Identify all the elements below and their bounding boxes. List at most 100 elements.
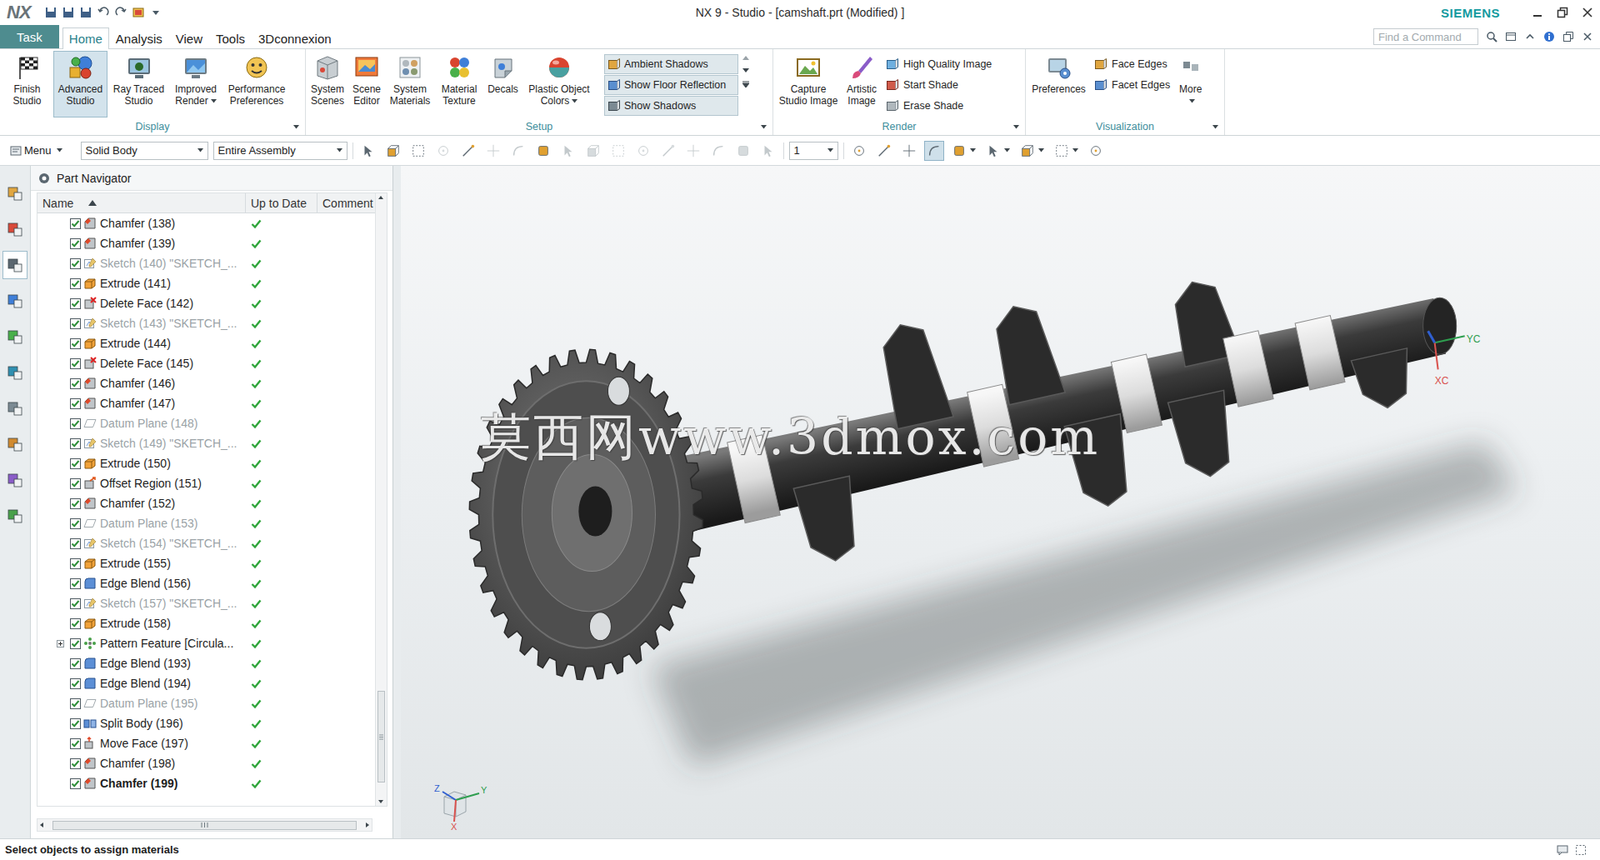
window-button[interactable]: [1531, 6, 1544, 19]
quick-access-button[interactable]: [115, 6, 127, 19]
visibility-checkbox[interactable]: [70, 258, 81, 270]
scroll-up-icon[interactable]: [375, 193, 386, 202]
toolbar-button[interactable]: [683, 140, 704, 161]
feature-row[interactable]: Datum Plane (195): [37, 693, 375, 714]
ribbon-button[interactable]: Ray Traced Studio: [109, 50, 169, 118]
feature-row[interactable]: Split Body (196): [37, 713, 375, 734]
toolbar-button[interactable]: [583, 140, 604, 161]
toolbar-button[interactable]: [949, 140, 979, 161]
feature-row[interactable]: Extrude (150): [37, 453, 375, 474]
filter-dropdown[interactable]: 1: [789, 141, 839, 160]
feature-row[interactable]: Sketch (157) "SKETCH_...: [37, 593, 375, 614]
feature-row[interactable]: Chamfer (152): [37, 493, 375, 514]
feature-row[interactable]: Sketch (140) "SKETCH_...: [37, 253, 375, 274]
visibility-checkbox[interactable]: [70, 598, 81, 610]
graphics-viewport[interactable]: XCYC莫西网www.3dmox.comZYX: [400, 165, 1600, 839]
scroll-up-icon[interactable]: [742, 55, 750, 60]
toolbar-button[interactable]: [508, 140, 529, 161]
toggle-button[interactable]: Show Shadows: [604, 95, 739, 116]
ribbon-button[interactable]: Decals: [485, 50, 521, 118]
scroll-thumb[interactable]: [377, 690, 385, 783]
tab-tool-button[interactable]: [1581, 30, 1594, 43]
resource-tab[interactable]: [2, 394, 28, 423]
message-icon[interactable]: [1556, 844, 1569, 856]
tab-tool-button[interactable]: [1485, 30, 1498, 43]
toolbar-button[interactable]: [733, 140, 754, 161]
ribbon-button[interactable]: System Scenes: [308, 50, 347, 118]
visibility-checkbox[interactable]: [70, 478, 81, 490]
toolbar-button[interactable]: [1017, 140, 1047, 161]
feature-row[interactable]: Offset Region (151): [37, 473, 375, 494]
resource-tab[interactable]: [2, 501, 28, 530]
feature-row[interactable]: Chamfer (199): [37, 773, 375, 794]
ribbon-button[interactable]: System Materials: [386, 50, 434, 118]
ribbon-button[interactable]: Scene Editor: [348, 50, 385, 118]
feature-row[interactable]: Pattern Feature [Circula...: [37, 633, 375, 654]
resource-tab[interactable]: [2, 250, 28, 280]
toolbar-button[interactable]: [458, 140, 479, 161]
resource-tab[interactable]: [2, 322, 28, 351]
ribbon-tab[interactable]: Tools: [209, 27, 252, 49]
selection-icon[interactable]: [1575, 844, 1587, 856]
ribbon-button[interactable]: Material Texture: [435, 50, 484, 118]
visibility-checkbox[interactable]: [70, 278, 81, 290]
tab-tool-button[interactable]: [1505, 30, 1517, 43]
horizontal-scrollbar[interactable]: [36, 818, 373, 832]
toolbar-button[interactable]: [849, 140, 870, 161]
toolbar-button[interactable]: [633, 140, 654, 161]
filter-dropdown[interactable]: Solid Body: [80, 141, 209, 160]
visibility-checkbox[interactable]: [70, 558, 81, 570]
toolbar-button[interactable]: [608, 140, 629, 161]
visibility-checkbox[interactable]: [70, 658, 81, 670]
toolbar-button[interactable]: [483, 140, 504, 161]
ribbon-button[interactable]: Improved Render: [170, 50, 222, 118]
group-options-button[interactable]: [287, 125, 303, 130]
visibility-checkbox[interactable]: [70, 218, 81, 230]
camshaft-render[interactable]: XCYC: [400, 165, 1600, 839]
feature-row[interactable]: Extrude (141): [37, 273, 375, 294]
tab-tool-button[interactable]: [1524, 30, 1536, 43]
visibility-checkbox[interactable]: [70, 678, 81, 690]
quick-access-button[interactable]: [150, 6, 162, 19]
visibility-checkbox[interactable]: [70, 738, 81, 750]
quick-access-button[interactable]: [80, 6, 92, 19]
resource-tab[interactable]: [2, 430, 28, 459]
resource-tab[interactable]: [2, 358, 28, 387]
feature-row[interactable]: Chamfer (139): [37, 233, 375, 254]
feature-row[interactable]: Edge Blend (194): [37, 673, 375, 694]
visibility-checkbox[interactable]: [70, 638, 81, 650]
visibility-checkbox[interactable]: [70, 698, 81, 710]
menu-button[interactable]: Menu: [6, 144, 66, 157]
resource-tab[interactable]: [2, 179, 28, 208]
ribbon-small-button[interactable]: High Quality Image: [882, 54, 995, 74]
feature-row[interactable]: Move Face (197): [37, 733, 375, 754]
visibility-checkbox[interactable]: [70, 718, 81, 730]
toolbar-button[interactable]: [658, 140, 679, 161]
visibility-checkbox[interactable]: [70, 318, 81, 330]
ribbon-button[interactable]: Finish Studio: [2, 50, 52, 118]
scroll-thumb[interactable]: [52, 820, 357, 830]
toolbar-button[interactable]: [383, 140, 404, 161]
visibility-checkbox[interactable]: [70, 538, 81, 550]
toolbar-button[interactable]: [1085, 140, 1106, 161]
feature-row[interactable]: Chamfer (198): [37, 753, 375, 774]
toolbar-button[interactable]: [758, 140, 779, 161]
feature-row[interactable]: Delete Face (145): [37, 353, 375, 374]
toolbar-button[interactable]: [1051, 140, 1081, 161]
feature-row[interactable]: Extrude (155): [37, 553, 375, 574]
visibility-checkbox[interactable]: [70, 338, 81, 350]
toolbar-button[interactable]: [924, 140, 945, 161]
column-header[interactable]: Up to Date: [245, 193, 318, 213]
feature-row[interactable]: Datum Plane (153): [37, 513, 375, 534]
vertical-scrollbar[interactable]: [375, 193, 387, 806]
feature-row[interactable]: Extrude (158): [37, 613, 375, 634]
quick-access-button[interactable]: [97, 6, 110, 19]
ribbon-small-button[interactable]: Face Edges: [1090, 54, 1174, 74]
ribbon-tab[interactable]: 3Dconnexion: [251, 27, 339, 49]
ribbon-button[interactable]: Advanced Studio: [53, 50, 108, 118]
tab-tool-button[interactable]: [1562, 30, 1575, 43]
visibility-checkbox[interactable]: [70, 458, 81, 470]
toolbar-button[interactable]: [708, 140, 729, 161]
visibility-checkbox[interactable]: [70, 398, 81, 410]
toolbar-button[interactable]: [358, 140, 379, 161]
